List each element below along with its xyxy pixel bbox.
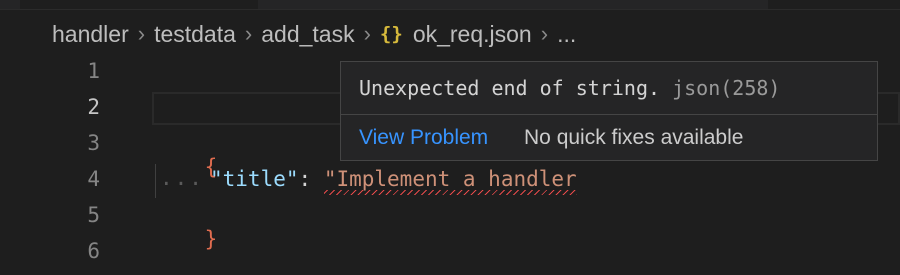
error-squiggle	[323, 190, 577, 195]
indent-guide	[155, 164, 156, 198]
tab-strip-edge	[0, 0, 900, 10]
error-source: json(258)	[672, 76, 781, 100]
breadcrumb-more[interactable]: ...	[557, 21, 576, 48]
whitespace-dots: ···	[160, 172, 204, 196]
hover-message: Unexpected end of string. json(258)	[359, 76, 780, 100]
chevron-right-icon: ›	[540, 21, 549, 46]
tab-segment	[258, 0, 768, 9]
code-line-4: "title": "Implement a handler	[210, 167, 577, 195]
line-number-active: 2	[87, 95, 100, 119]
breadcrumb-item-testdata[interactable]: testdata	[154, 21, 236, 48]
json-colon: :	[298, 167, 324, 191]
json-string-text: "Implement a handler	[323, 167, 577, 191]
line-number: 6	[87, 239, 100, 263]
json-string-value[interactable]: "Implement a handler	[323, 167, 577, 195]
breadcrumb-item-handler[interactable]: handler	[52, 21, 129, 48]
line-number: 4	[87, 167, 100, 191]
chevron-right-icon: ›	[363, 21, 371, 46]
close-brace: }	[204, 227, 218, 251]
problem-hover-widget: Unexpected end of string. json(258) View…	[340, 61, 878, 161]
view-problem-link[interactable]: View Problem	[359, 126, 488, 149]
error-message: Unexpected end of string.	[359, 76, 661, 100]
code-line-5: }	[154, 203, 218, 275]
line-number: 1	[87, 59, 100, 83]
tab-strip-border	[0, 9, 900, 10]
no-quick-fixes-label: No quick fixes available	[524, 126, 744, 149]
hover-divider	[341, 114, 877, 115]
line-number: 5	[87, 203, 100, 227]
json-file-icon: {}	[379, 23, 403, 45]
json-key: "title"	[210, 167, 299, 191]
tab-segment	[0, 0, 20, 9]
breadcrumb-item-add-task[interactable]: add_task	[261, 21, 354, 48]
line-number: 3	[87, 131, 100, 155]
chevron-right-icon: ›	[137, 21, 146, 46]
chevron-right-icon: ›	[244, 21, 253, 46]
breadcrumb: handler › testdata › add_task › {} ok_re…	[52, 18, 576, 50]
breadcrumb-item-file[interactable]: ok_req.json	[413, 21, 532, 48]
hover-actions: View Problem No quick fixes available	[359, 126, 743, 150]
